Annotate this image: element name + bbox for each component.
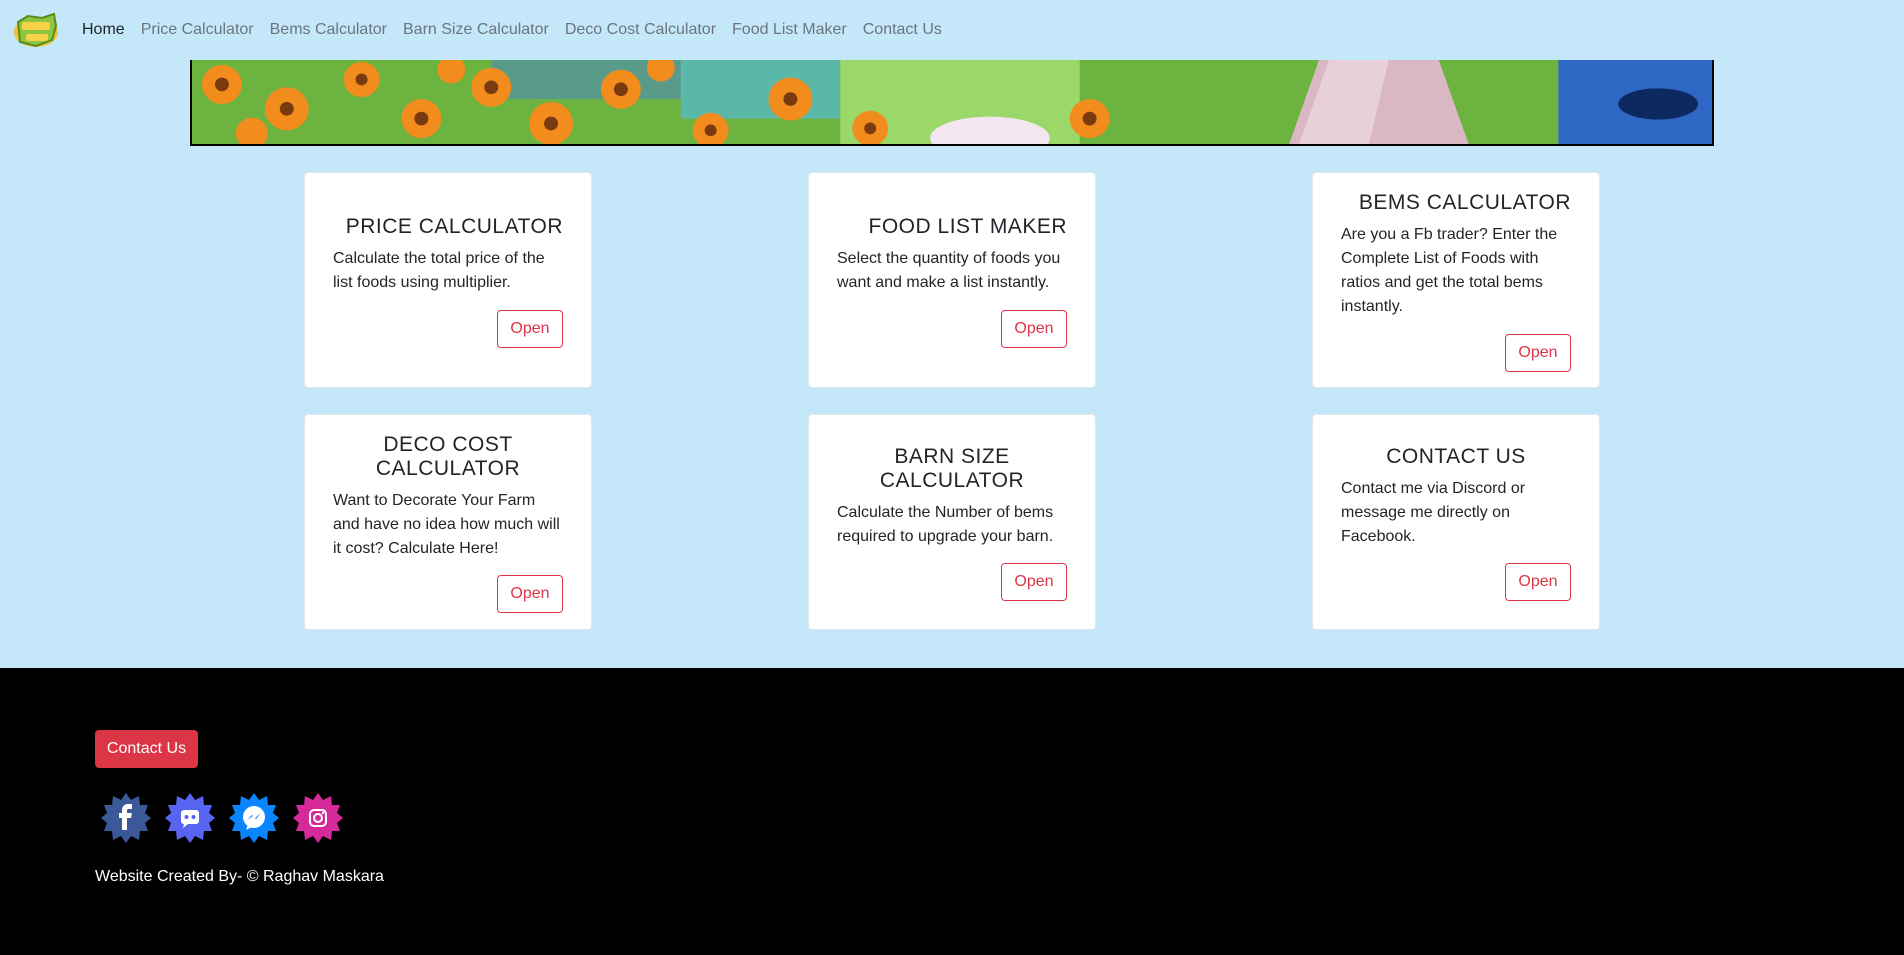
card-title: BARN SIZE CALCULATOR <box>879 445 1025 492</box>
open-button[interactable]: Open <box>1505 563 1571 601</box>
open-button[interactable]: Open <box>497 575 563 613</box>
hero-banner <box>190 60 1714 146</box>
card-text: Want to Decorate Your Farm and have no i… <box>333 492 560 557</box>
open-button[interactable]: Open <box>1001 563 1067 601</box>
nav-deco-cost-calculator[interactable]: Deco Cost Calculator <box>565 21 716 39</box>
card-title: DECO COST CALCULATOR <box>375 433 521 480</box>
nav-contact-us[interactable]: Contact Us <box>863 21 942 39</box>
card-text: Select the quantity of foods you want an… <box>837 250 1061 291</box>
card-food-list-maker: FOOD LIST MAKER Select the quantity of f… <box>808 172 1096 388</box>
card-text: Calculate the Number of bems required to… <box>837 504 1054 545</box>
card-text: Contact me via Discord or message me dir… <box>1341 480 1526 545</box>
footer-credit: Website Created By- © Raghav Maskara <box>95 868 384 885</box>
card-title: BEMS CALCULATOR <box>1358 191 1571 214</box>
open-button[interactable]: Open <box>1001 310 1067 348</box>
card-deco-cost-calculator: DECO COST CALCULATOR Want to Decorate Yo… <box>304 414 592 630</box>
nav-barn-size-calculator[interactable]: Barn Size Calculator <box>403 21 549 39</box>
discord-icon[interactable] <box>164 792 216 844</box>
card-text: Are you a Fb trader? Enter the Complete … <box>1341 226 1558 315</box>
facebook-icon[interactable] <box>100 792 152 844</box>
footer: Contact Us Website Created By- © Raghav … <box>0 668 1904 955</box>
footer-contact-button[interactable]: Contact Us <box>95 730 198 768</box>
nav-food-list-maker[interactable]: Food List Maker <box>732 21 847 39</box>
nav-price-calculator[interactable]: Price Calculator <box>141 21 254 39</box>
card-bems-calculator: BEMS CALCULATOR Are you a Fb trader? Ent… <box>1312 172 1600 388</box>
card-price-calculator: PRICE CALCULATOR Calculate the total pri… <box>304 172 592 388</box>
nav-home[interactable]: Home <box>82 21 125 39</box>
card-title: PRICE CALCULATOR <box>345 215 563 238</box>
hay-day-logo[interactable] <box>12 10 60 50</box>
navbar: Home Price Calculator Bems Calculator Ba… <box>0 0 1904 60</box>
instagram-icon[interactable] <box>292 792 344 844</box>
card-title: FOOD LIST MAKER <box>868 215 1067 238</box>
open-button[interactable]: Open <box>1505 334 1571 372</box>
card-barn-size-calculator: BARN SIZE CALCULATOR Calculate the Numbe… <box>808 414 1096 630</box>
messenger-icon[interactable] <box>228 792 280 844</box>
social-links <box>100 792 344 844</box>
nav-bems-calculator[interactable]: Bems Calculator <box>270 21 387 39</box>
card-contact-us: CONTACT US Contact me via Discord or mes… <box>1312 414 1600 630</box>
card-text: Calculate the total price of the list fo… <box>333 250 545 291</box>
open-button[interactable]: Open <box>497 310 563 348</box>
card-title: CONTACT US <box>1386 445 1526 468</box>
